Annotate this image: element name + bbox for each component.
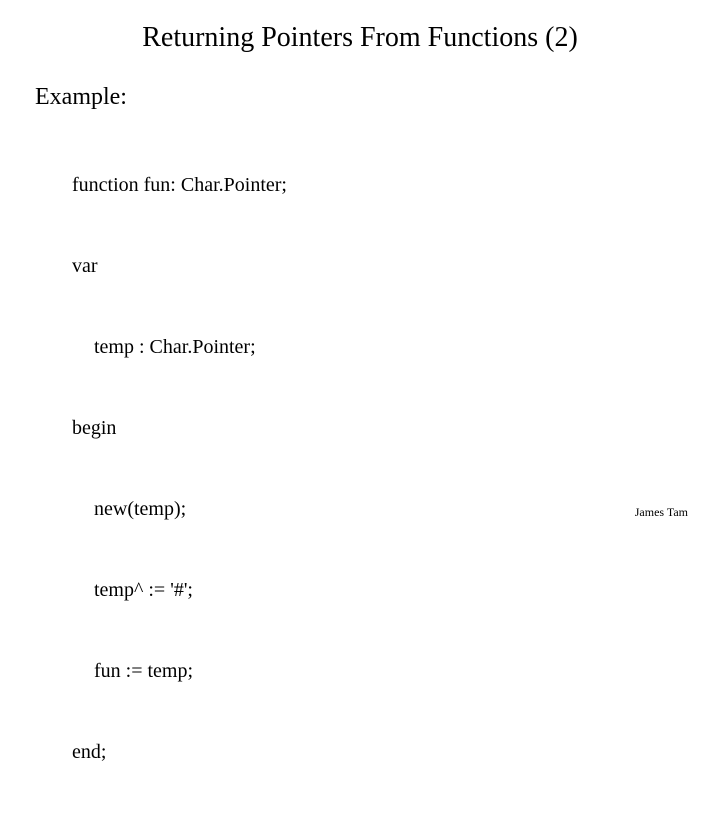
slide-title: Returning Pointers From Functions (2) <box>0 22 720 54</box>
author-credit: James Tam <box>635 505 688 520</box>
code-line: new(temp); <box>72 496 287 523</box>
code-block: function fun: Char.Pointer; var temp : C… <box>72 118 287 820</box>
code-line: begin <box>72 415 287 442</box>
slide: Returning Pointers From Functions (2) Ex… <box>0 0 720 540</box>
code-line: fun := temp; <box>72 658 287 685</box>
code-line: function fun: Char.Pointer; <box>72 172 287 199</box>
example-label: Example: <box>35 84 127 111</box>
code-line: temp : Char.Pointer; <box>72 334 287 361</box>
code-line: var <box>72 253 287 280</box>
code-line: temp^ := '#'; <box>72 577 287 604</box>
code-line: end; <box>72 739 287 766</box>
